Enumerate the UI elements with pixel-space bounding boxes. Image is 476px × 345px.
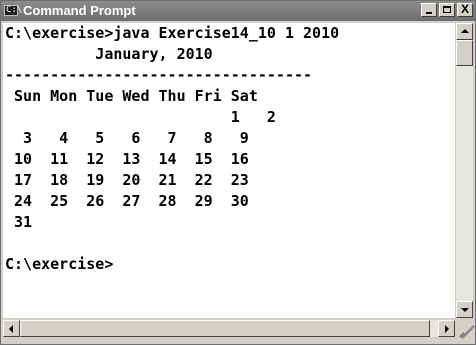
close-icon: X	[460, 2, 469, 16]
console-line-week-6: 31	[5, 213, 33, 231]
arrow-right-icon	[445, 325, 449, 333]
console-line-week-2: 3 4 5 6 7 8 9	[5, 129, 249, 147]
scroll-down-button[interactable]	[456, 301, 473, 318]
arrow-left-icon	[9, 325, 13, 333]
console-line-weekdays: Sun Mon Tue Wed Thu Fri Sat	[5, 87, 258, 105]
scroll-right-button[interactable]	[438, 320, 455, 337]
maximize-button[interactable]	[439, 3, 455, 17]
maximize-icon	[443, 6, 451, 13]
vertical-scrollbar[interactable]	[456, 23, 473, 318]
console-line-prompt: C:\exercise>	[5, 255, 114, 273]
scroll-up-button[interactable]	[456, 23, 473, 40]
console-line-week-5: 24 25 26 27 28 29 30	[5, 192, 249, 210]
console-line-command: C:\exercise>java Exercise14_10 1 2010	[5, 24, 340, 42]
console-output[interactable]: C:\exercise>java Exercise14_10 1 2010 Ja…	[3, 23, 455, 318]
title-bar-buttons: X	[419, 2, 473, 17]
title-bar[interactable]: C:\ Command Prompt X	[1, 1, 475, 21]
console-line-divider: ----------------------------------	[5, 66, 313, 84]
command-prompt-icon-glyph: C:\	[6, 5, 23, 15]
horizontal-scrollbar[interactable]	[3, 320, 455, 337]
close-button[interactable]: X	[457, 2, 473, 17]
arrow-up-icon	[461, 29, 469, 33]
minimize-button[interactable]	[421, 3, 437, 17]
minimize-icon	[426, 12, 432, 14]
scroll-left-button[interactable]	[3, 320, 20, 337]
command-prompt-window: C:\ Command Prompt X C:\exercise>java Ex…	[0, 0, 476, 345]
command-prompt-icon[interactable]: C:\	[4, 5, 22, 16]
console-line-week-1: 1 2	[5, 108, 276, 126]
horizontal-scroll-thumb[interactable]	[20, 320, 430, 337]
vertical-scroll-thumb[interactable]	[456, 40, 473, 66]
console-line-week-4: 17 18 19 20 21 22 23	[5, 171, 249, 189]
console-line-month: January, 2010	[5, 45, 213, 63]
resize-grip-icon[interactable]	[456, 320, 475, 339]
arrow-down-icon	[461, 308, 469, 312]
console-line-week-3: 10 11 12 13 14 15 16	[5, 150, 249, 168]
window-title: Command Prompt	[23, 3, 136, 18]
